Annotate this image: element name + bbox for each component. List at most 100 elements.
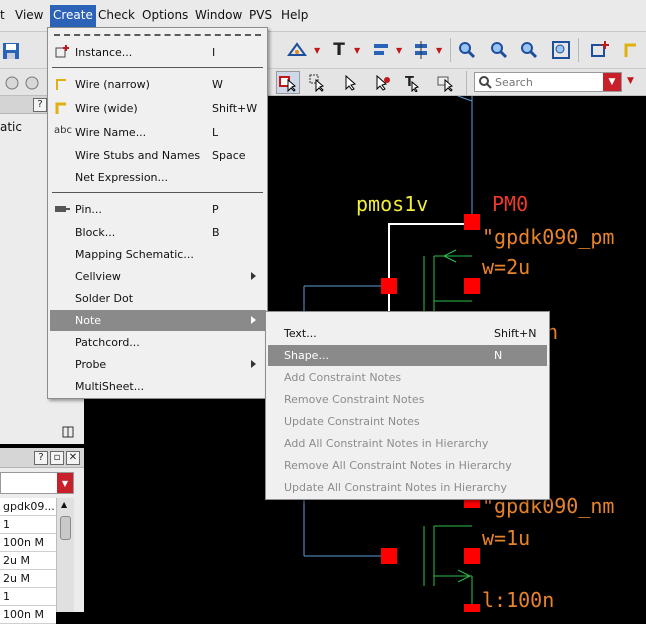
navigator-panel-header: ?	[0, 96, 50, 114]
menu-item-label: Remove Constraint Notes	[284, 393, 425, 406]
help-icon[interactable]: ?	[33, 98, 47, 112]
zoom-in-icon[interactable]	[456, 39, 478, 61]
menu-item-wire-wide[interactable]: Wire (wide) Shift+W	[50, 98, 266, 119]
zoom-out-icon[interactable]	[488, 39, 510, 61]
menu-item-multisheet[interactable]: MultiSheet...	[50, 376, 266, 397]
menu-item-wire-name[interactable]: abc Wire Name... L	[50, 122, 266, 143]
menu-options[interactable]: Options	[142, 8, 188, 22]
toolbar-overflow-icon[interactable]: ▼	[627, 76, 634, 86]
property-value[interactable]: 1	[0, 588, 56, 606]
model-name-label: "gpdk090_pm	[482, 225, 615, 249]
save-icon[interactable]	[0, 40, 22, 62]
label-tool-icon[interactable]	[286, 39, 308, 61]
scrollbar-thumb[interactable]	[60, 516, 71, 540]
menu-item-add-all-constraint-notes: Add All Constraint Notes in Hierarchy	[268, 433, 547, 454]
menu-item-patchcord[interactable]: Patchcord...	[50, 332, 266, 353]
menu-item-net-expression[interactable]: Net Expression...	[50, 167, 266, 188]
menu-item-remove-all-constraint-notes: Remove All Constraint Notes in Hierarchy	[268, 455, 547, 476]
fit-view-icon[interactable]	[550, 39, 572, 61]
menu-item-wire-stubs[interactable]: Wire Stubs and Names Space	[50, 145, 266, 166]
stretch-icon[interactable]	[370, 71, 394, 94]
close-panel-icon[interactable]: ✕	[66, 451, 80, 465]
selection-box	[388, 223, 472, 311]
pointer-icon[interactable]	[338, 71, 362, 94]
menu-item-note-shape[interactable]: Shape... N	[268, 345, 547, 366]
pin-marker	[464, 548, 480, 564]
float-panel-icon[interactable]: ▫	[50, 451, 64, 465]
menu-item-note[interactable]: Note	[50, 310, 266, 331]
property-value[interactable]: 100n M	[0, 534, 56, 552]
text-tool-icon[interactable]: T	[328, 39, 350, 61]
menu-tearoff[interactable]	[54, 34, 261, 36]
menu-item-label: Pin...	[75, 203, 102, 216]
menu-file[interactable]: t	[0, 8, 5, 22]
property-scrollbar[interactable]: ▲	[56, 498, 74, 612]
search-dropdown-icon[interactable]: ▼	[603, 73, 621, 91]
wire-tool-icon[interactable]	[620, 39, 642, 61]
property-value[interactable]: 2u M	[0, 552, 56, 570]
menu-item-shortcut: Shift+N	[494, 327, 537, 340]
menu-window[interactable]: Window	[195, 8, 242, 22]
menu-item-shortcut: I	[212, 46, 216, 59]
panel-title: atic	[0, 120, 22, 134]
menu-item-shortcut: W	[212, 78, 223, 91]
help-icon[interactable]: ?	[34, 451, 48, 465]
menu-item-label: Wire Stubs and Names	[75, 149, 201, 162]
menu-item-remove-constraint-notes: Remove Constraint Notes	[268, 389, 547, 410]
menu-item-shortcut: B	[212, 226, 220, 239]
menu-item-pin[interactable]: Pin... P	[50, 199, 266, 220]
menu-item-solder-dot[interactable]: Solder Dot	[50, 288, 266, 309]
menu-item-wire-narrow[interactable]: Wire (narrow) W	[50, 74, 266, 95]
menu-item-probe[interactable]: Probe	[50, 354, 266, 375]
select-mode-icon[interactable]	[276, 71, 300, 94]
area-select-icon[interactable]	[306, 71, 330, 94]
menu-item-label: Text...	[284, 327, 317, 340]
menu-item-block[interactable]: Block... B	[50, 222, 266, 243]
note-submenu: Text... Shift+N Shape... N Add Constrain…	[265, 311, 550, 500]
text-select-icon[interactable]: T	[400, 71, 424, 94]
menu-help[interactable]: Help	[281, 8, 308, 22]
menu-item-update-constraint-notes: Update Constraint Notes	[268, 411, 547, 432]
object-selector[interactable]: ▼	[0, 472, 74, 494]
search-icon	[478, 75, 492, 92]
menu-item-shortcut: P	[212, 203, 219, 216]
add-instance-icon[interactable]	[588, 39, 610, 61]
property-value[interactable]: gpdk09...	[0, 498, 56, 516]
distribute-icon[interactable]	[410, 39, 432, 61]
property-value[interactable]: 1	[0, 516, 56, 534]
menu-item-label: Remove All Constraint Notes in Hierarchy	[284, 459, 512, 472]
panel-float-icon[interactable]	[62, 426, 74, 441]
dropdown-arrow-icon[interactable]: ▼	[396, 46, 402, 55]
menu-item-update-all-constraint-notes: Update All Constraint Notes in Hierarchy	[268, 477, 547, 498]
menu-item-note-text[interactable]: Text... Shift+N	[268, 323, 547, 344]
menu-check[interactable]: Check	[98, 8, 135, 22]
menu-item-mapping-schematic[interactable]: Mapping Schematic...	[50, 244, 266, 265]
copy-select-icon[interactable]	[434, 71, 458, 94]
pin-marker	[464, 604, 480, 612]
menu-create[interactable]: Create	[50, 5, 96, 27]
dropdown-arrow-icon[interactable]: ▼	[436, 46, 442, 55]
menu-item-label: Wire Name...	[75, 126, 147, 139]
forward-icon[interactable]	[20, 71, 44, 94]
pin-marker	[381, 548, 397, 564]
zoom-area-icon[interactable]	[518, 39, 540, 61]
menu-item-label: Net Expression...	[75, 171, 169, 184]
align-icon[interactable]	[370, 39, 392, 61]
menu-view[interactable]: View	[15, 8, 43, 22]
search-input[interactable]	[495, 75, 599, 89]
menu-item-instance[interactable]: Instance... I	[50, 42, 266, 63]
menu-item-cellview[interactable]: Cellview	[50, 266, 266, 287]
scroll-up-icon[interactable]: ▲	[61, 500, 67, 509]
object-selector-dropdown-icon[interactable]: ▼	[57, 473, 73, 493]
dropdown-arrow-icon[interactable]: ▼	[354, 46, 360, 55]
wire-narrow-icon	[54, 77, 70, 91]
dropdown-arrow-icon[interactable]: ▼	[314, 46, 320, 55]
property-value[interactable]: 2u M	[0, 570, 56, 588]
menu-item-add-constraint-notes: Add Constraint Notes	[268, 367, 547, 388]
menu-item-label: Cellview	[75, 270, 121, 283]
search-box[interactable]: ▼	[474, 72, 622, 92]
menu-item-label: Wire (wide)	[75, 102, 138, 115]
toolbar-separator	[466, 71, 467, 95]
property-value[interactable]: 100n M	[0, 606, 56, 624]
menu-pvs[interactable]: PVS	[249, 8, 272, 22]
